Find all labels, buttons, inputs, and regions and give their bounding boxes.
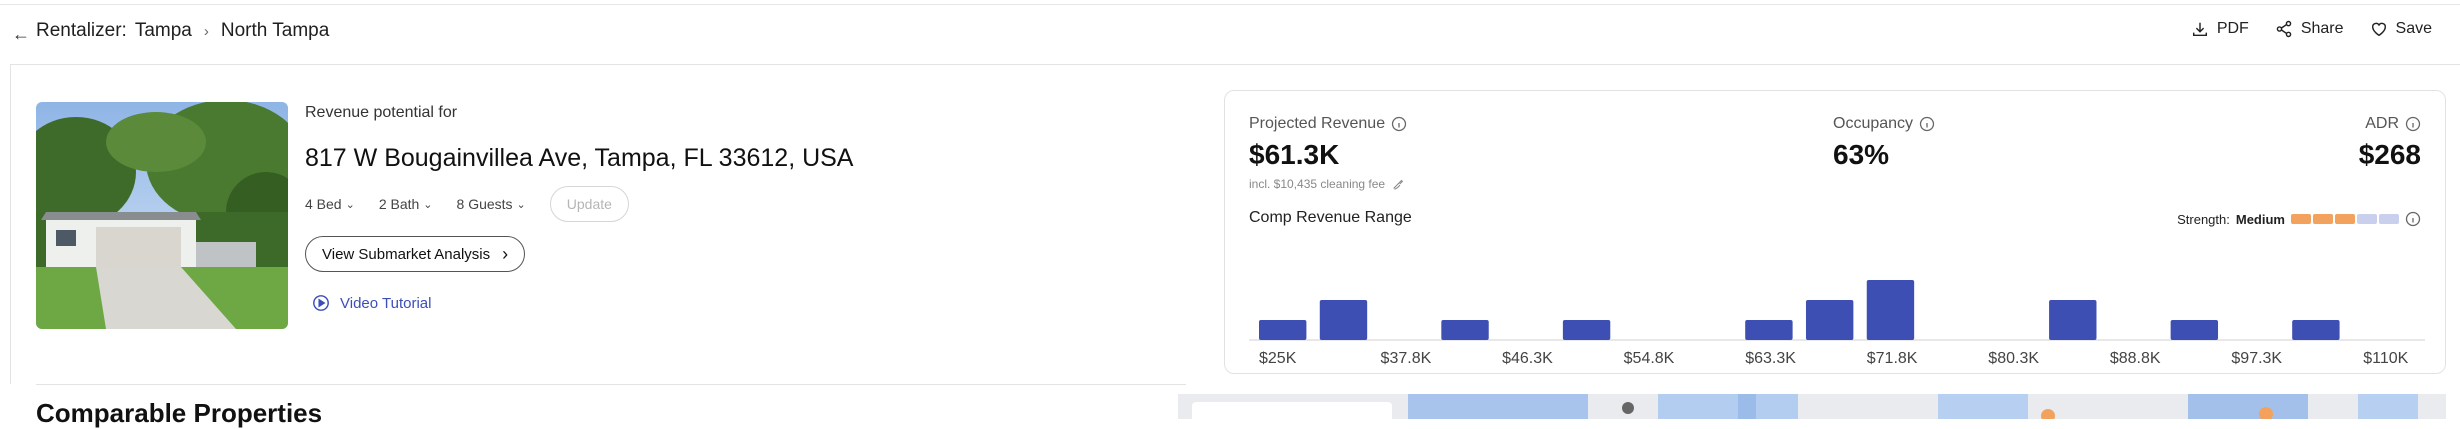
revenue-panel: Projected Revenue $61.3K incl. $10,435 c… xyxy=(1224,90,2446,374)
share-button[interactable]: Share xyxy=(2275,20,2344,38)
strength-value: Medium xyxy=(2235,211,2285,227)
update-button[interactable]: Update xyxy=(549,186,629,222)
save-label: Save xyxy=(2395,20,2432,37)
play-circle-icon xyxy=(313,295,329,311)
info-icon[interactable] xyxy=(2405,116,2421,132)
property-filters: 4 Bed ⌄ 2 Bath ⌄ 8 Guests ⌄ Update xyxy=(305,186,629,222)
strength-segment xyxy=(2379,214,2399,224)
strength-segment xyxy=(2291,214,2311,224)
chart-bar[interactable] xyxy=(1319,300,1368,340)
video-tutorial-label: Video Tutorial xyxy=(340,294,432,312)
guests-value: 8 Guests xyxy=(456,196,513,212)
chart-tick-label: $88.8K xyxy=(2110,350,2161,367)
comparables-map[interactable] xyxy=(1178,394,2446,419)
video-tutorial-link[interactable]: Video Tutorial xyxy=(312,294,431,312)
bath-value: 2 Bath xyxy=(378,196,420,212)
comp-revenue-chart: $25K $37.8K $46.3K $54.8K $63.3K $71.8K $80.3K… xyxy=(1249,280,2425,367)
strength-segment xyxy=(2335,214,2355,224)
chevron-down-icon: ⌄ xyxy=(423,198,433,211)
comparable-properties-title: Comparable Properties xyxy=(36,398,323,428)
projected-revenue-value: $61.3K xyxy=(1249,139,1340,170)
section-divider xyxy=(36,384,1186,385)
chart-bar[interactable] xyxy=(1259,320,1307,340)
back-arrow-icon[interactable]: ← xyxy=(12,24,30,45)
strength-meter xyxy=(2291,214,2399,224)
occupancy-metric: Occupancy 63% xyxy=(1833,115,1935,171)
occupancy-value: 63% xyxy=(1833,139,1890,170)
strength-label: Strength: xyxy=(2177,211,2230,227)
share-icon xyxy=(2276,20,2292,38)
adr-value: $268 xyxy=(2358,139,2421,170)
chart-tick-label: $25K xyxy=(1259,350,1297,367)
projected-revenue-label: Projected Revenue xyxy=(1249,115,1386,132)
strength-indicator: Strength: Medium xyxy=(2177,211,2421,227)
info-icon[interactable] xyxy=(1391,116,1407,132)
bed-value: 4 Bed xyxy=(305,196,342,212)
chart-bar[interactable] xyxy=(1562,320,1611,340)
chart-tick-label: $46.3K xyxy=(1502,350,1553,367)
strength-segment xyxy=(2313,214,2333,224)
header-actions: PDF Share Save xyxy=(2191,20,2432,38)
chevron-right-icon: › xyxy=(502,243,509,264)
property-info: Revenue potential for xyxy=(305,104,457,122)
chart-bar[interactable] xyxy=(1745,320,1793,340)
page-header: ← Rentalizer: Tampa › North Tampa PDF Sh… xyxy=(0,8,2460,62)
adr-metric: ADR $268 xyxy=(2359,115,2421,171)
chevron-right-icon: › xyxy=(203,22,209,40)
chart-tick-label: $63.3K xyxy=(1745,350,1796,367)
heart-icon xyxy=(2371,22,2386,37)
save-button[interactable]: Save xyxy=(2370,20,2432,38)
chevron-down-icon: ⌄ xyxy=(516,198,526,211)
projected-revenue-metric: Projected Revenue $61.3K incl. $10,435 c… xyxy=(1249,115,1407,191)
chart-tick-label: $71.8K xyxy=(1867,350,1918,367)
guests-dropdown[interactable]: 8 Guests ⌄ xyxy=(457,196,526,212)
view-submarket-analysis-label: View Submarket Analysis xyxy=(322,245,491,263)
cleaning-fee-note: incl. $10,435 cleaning fee xyxy=(1249,177,1386,191)
chart-bar[interactable] xyxy=(2170,320,2219,340)
revenue-potential-label: Revenue potential for xyxy=(305,104,458,121)
chart-tick-label: $80.3K xyxy=(1988,350,2039,367)
property-photo xyxy=(36,102,288,329)
download-icon xyxy=(2192,22,2207,37)
chart-bar[interactable] xyxy=(2049,300,2097,340)
comp-revenue-range-label: Comp Revenue Range xyxy=(1249,209,1412,226)
bed-dropdown[interactable]: 4 Bed ⌄ xyxy=(305,196,355,212)
chart-bar[interactable] xyxy=(1866,280,1915,340)
strength-segment xyxy=(2357,214,2377,224)
share-label: Share xyxy=(2300,20,2344,37)
chart-tick-label: $110K xyxy=(2363,350,2408,367)
view-submarket-analysis-button[interactable]: View Submarket Analysis › xyxy=(305,236,526,272)
top-divider xyxy=(0,4,2460,5)
chart-tick-label: $97.3K xyxy=(2231,350,2282,367)
chart-bar[interactable] xyxy=(1441,320,1489,340)
occupancy-label: Occupancy xyxy=(1833,115,1914,132)
chart-bar[interactable] xyxy=(2292,320,2340,340)
cleaning-icon xyxy=(1393,179,1404,190)
chevron-down-icon: ⌄ xyxy=(345,198,355,211)
adr-label: ADR xyxy=(2365,115,2399,132)
chart-tick-label: $37.8K xyxy=(1381,350,1432,367)
property-address: 817 W Bougainvillea Ave, Tampa, FL 33612… xyxy=(305,144,854,172)
chart-tick-label: $54.8K xyxy=(1624,350,1675,367)
info-icon[interactable] xyxy=(1919,116,1935,132)
pdf-label: PDF xyxy=(2216,20,2249,37)
info-icon[interactable] xyxy=(2405,211,2421,227)
breadcrumb-city[interactable]: Tampa xyxy=(135,20,192,42)
breadcrumb-submarket[interactable]: North Tampa xyxy=(221,20,329,42)
pdf-button[interactable]: PDF xyxy=(2191,20,2249,38)
chart-bar[interactable] xyxy=(1805,300,1854,340)
breadcrumb-root: Rentalizer: xyxy=(36,20,127,41)
breadcrumb: Rentalizer: Tampa › North Tampa xyxy=(36,20,329,42)
bath-dropdown[interactable]: 2 Bath ⌄ xyxy=(379,196,433,212)
